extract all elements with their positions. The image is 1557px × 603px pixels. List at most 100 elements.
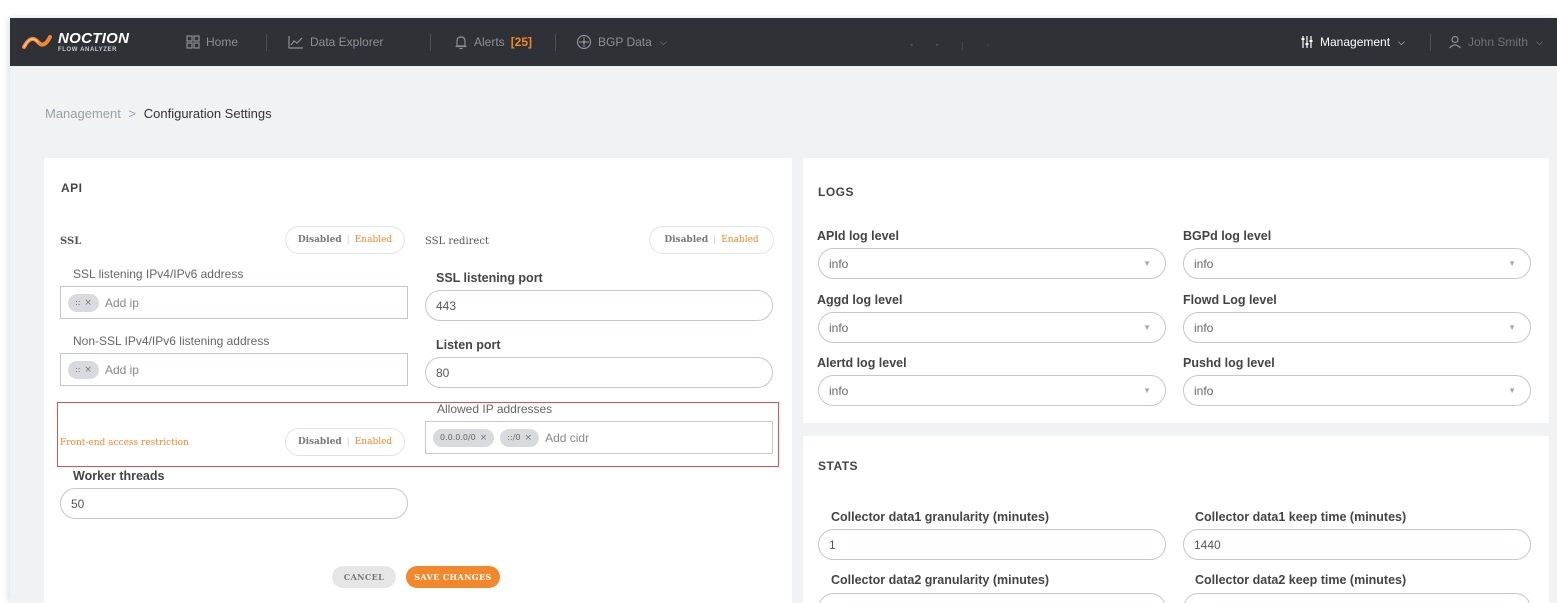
nav-data-explorer-label: Data Explorer [310,35,384,49]
line-chart-icon [288,36,303,49]
nav-home[interactable]: Home [186,18,238,66]
frontend-restriction-toggle[interactable]: Disabled | Enabled [285,428,405,456]
ssl-redirect-toggle-enabled[interactable]: Enabled [721,235,758,245]
nav-alerts[interactable]: Alerts [25] [454,18,532,66]
ssl-port-value: 443 [436,298,457,313]
breadcrumb-parent[interactable]: Management [45,106,121,121]
alerts-count-badge: [25] [510,35,533,49]
logo-title: NOCTION [58,30,130,47]
ssl-redirect-toggle-disabled[interactable]: Disabled [664,235,708,245]
save-changes-button[interactable]: SAVE CHANGES [406,566,500,588]
breadcrumb-separator: > [128,106,137,121]
ssl-listen-addr-label: SSL listening IPv4/IPv6 address [73,267,244,281]
bell-icon [455,35,467,49]
collector2-keep-time-label: Collector data2 keep time (minutes) [1195,573,1407,587]
apid-log-level-select[interactable]: info ▼ [818,248,1166,279]
close-icon[interactable]: × [84,365,92,375]
logo-subtitle: FLOW ANALYZER [58,47,118,53]
nav-user-menu[interactable]: John Smith ⌵ [1448,18,1543,66]
ssl-label: SSL [60,236,82,247]
collector1-keep-time-value: 1440 [1194,537,1221,552]
pushd-log-level-value: info [1194,383,1214,398]
breadcrumb-current: Configuration Settings [143,106,272,121]
chevron-down-icon: ⌵ [659,36,667,47]
nav-divider [266,34,267,51]
logs-panel-title: LOGS [818,185,855,199]
ssl-port-input[interactable]: 443 [425,290,773,321]
ssl-port-label: SSL listening port [436,271,543,285]
logo[interactable]: NOCTION FLOW ANALYZER [22,18,129,66]
alertd-log-level-select[interactable]: info ▼ [818,375,1166,406]
network-icon [576,34,592,50]
ssl-redirect-label: SSL redirect [425,236,489,247]
worker-threads-value: 50 [71,496,85,511]
sliders-icon [1301,36,1313,48]
ssl-toggle-enabled[interactable]: Enabled [355,235,392,245]
nav-alerts-label: Alerts [474,35,505,49]
chevron-down-icon: ⌵ [1536,36,1543,47]
collector1-keep-time-input[interactable]: 1440 [1183,529,1531,560]
close-icon[interactable]: × [525,433,533,443]
aggd-log-level-label: Aggd log level [817,293,903,307]
caret-down-icon: ▼ [1143,386,1151,395]
pushd-log-level-select[interactable]: info ▼ [1183,375,1531,406]
cidr-chip[interactable]: ::/0 × [500,428,540,447]
ssl-redirect-toggle[interactable]: Disabled | Enabled [649,226,774,254]
collector1-keep-time-label: Collector data1 keep time (minutes) [1195,510,1407,524]
aggd-log-level-value: info [829,320,849,335]
nav-data-explorer[interactable]: Data Explorer [288,18,383,66]
cancel-button[interactable]: CANCEL [332,566,396,588]
frontend-toggle-enabled[interactable]: Enabled [355,437,392,447]
flowd-log-level-label: Flowd Log level [1183,293,1277,307]
caret-down-icon: ▼ [1508,259,1516,268]
api-panel-title: API [61,181,83,195]
collector1-granularity-label: Collector data1 granularity (minutes) [831,510,1050,524]
chevron-down-icon: ⌵ [1398,36,1405,47]
ip-chip[interactable]: :: × [68,360,99,379]
collector2-granularity-input[interactable] [818,593,1166,603]
bgpd-log-level-select[interactable]: info ▼ [1183,248,1531,279]
nonssl-addr-input[interactable]: :: × Add ip [60,353,408,386]
listen-port-input[interactable]: 80 [425,357,773,388]
ssl-listen-addr-input[interactable]: :: × Add ip [60,286,408,319]
cidr-chip[interactable]: 0.0.0.0/0 × [433,428,495,447]
worker-threads-input[interactable]: 50 [60,488,408,519]
caret-down-icon: ▼ [1143,323,1151,332]
close-icon[interactable]: × [84,298,92,308]
bgpd-log-level-value: info [1194,256,1214,271]
breadcrumb: Management > Configuration Settings [45,106,272,121]
caret-down-icon: ▼ [1508,323,1516,332]
nav-divider [430,34,431,51]
alertd-log-level-label: Alertd log level [817,356,907,370]
add-ip-placeholder: Add ip [104,362,139,377]
aggd-log-level-select[interactable]: info ▼ [818,312,1166,343]
stats-panel-title: STATS [818,459,859,473]
ssl-toggle[interactable]: Disabled | Enabled [285,226,405,254]
grid-icon [186,35,200,49]
collector1-granularity-input[interactable]: 1 [818,529,1166,560]
add-ip-placeholder: Add ip [104,295,139,310]
stats-panel: STATS Collector data1 granularity (minut… [803,436,1549,603]
ssl-toggle-disabled[interactable]: Disabled [298,235,342,245]
collector2-keep-time-input[interactable] [1183,593,1531,603]
nav-divider [555,34,556,51]
top-navbar: NOCTION FLOW ANALYZER Home Data Explorer [10,18,1557,66]
nav-bgp-data[interactable]: BGP Data ⌵ [576,18,667,66]
close-icon[interactable]: × [480,433,488,443]
user-name: John Smith [1468,35,1529,49]
flowd-log-level-value: info [1194,320,1214,335]
ip-chip[interactable]: :: × [68,293,99,312]
nav-home-label: Home [206,35,239,49]
nonssl-addr-label: Non-SSL IPv4/IPv6 listening address [73,334,270,348]
logs-panel: LOGS APId log level info ▼ BGPd log leve… [803,158,1549,423]
user-icon [1449,35,1461,49]
worker-threads-label: Worker threads [73,469,165,483]
flowd-log-level-select[interactable]: info ▼ [1183,312,1531,343]
listen-port-value: 80 [436,365,450,380]
allowed-ip-input[interactable]: 0.0.0.0/0 × ::/0 × Add cidr [425,421,773,454]
ip-chip-value: :: [75,298,81,307]
collector2-granularity-label: Collector data2 granularity (minutes) [831,573,1050,587]
nav-management[interactable]: Management ⌵ [1300,18,1405,66]
frontend-toggle-disabled[interactable]: Disabled [298,437,342,447]
api-panel: API SSL Disabled | Enabled SSL redirect … [44,158,792,603]
